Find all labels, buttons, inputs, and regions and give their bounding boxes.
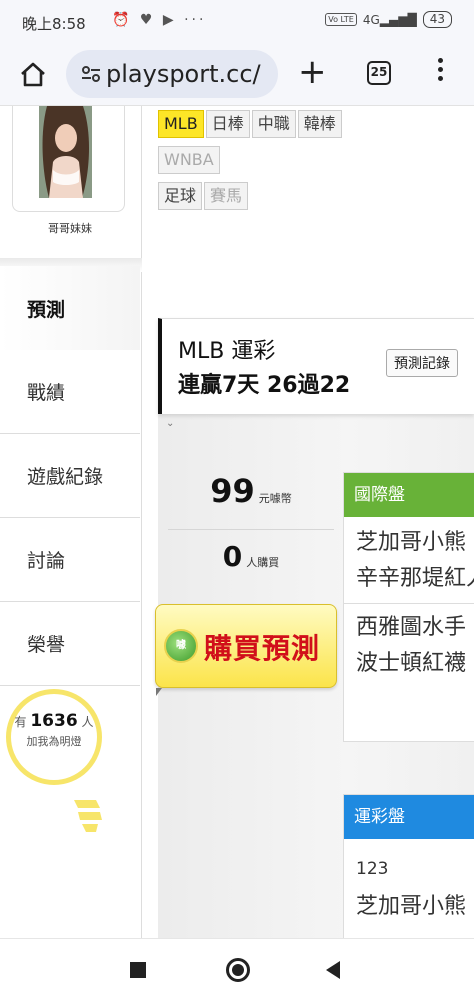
sidebar-item-honors[interactable]: 榮譽 [0, 602, 140, 686]
tag-soccer[interactable]: 足球 [158, 182, 203, 210]
game-1-home: 芝加哥小熊 [356, 530, 467, 555]
status-notification-icons: ⏰ ♥ ▶ ··· [112, 12, 207, 28]
buyers-row: 0 人購買 [168, 540, 334, 584]
profile-card[interactable] [12, 106, 125, 212]
status-bar: 晚上8:58 ⏰ ♥ ▶ ··· Vo LTE 4G▂▄▆█ 43 [0, 0, 474, 44]
international-market: 國際盤 芝加哥小熊 辛辛那堤紅人 西雅圖水手 波士頓紅襪 [343, 472, 474, 742]
tag-mlb[interactable]: MLB [158, 110, 204, 138]
back-icon[interactable] [326, 961, 340, 979]
record-title: MLB 運彩 [178, 339, 276, 364]
sidebar-item-predictions[interactable]: 預測 [0, 266, 140, 350]
coin-icon: 噱 [164, 629, 198, 663]
status-right-group: Vo LTE 4G▂▄▆█ 43 [325, 11, 452, 28]
follow-as-beacon-text[interactable]: 加我為明燈 [6, 733, 102, 749]
status-time: 晚上8:58 [22, 15, 86, 33]
tag-wnba[interactable]: WNBA [158, 146, 220, 174]
price-row: 99 元噱幣 [168, 472, 334, 530]
price-value: 99 [210, 472, 255, 510]
lightbulb-base-icon [74, 800, 102, 832]
home-icon[interactable] [18, 59, 48, 89]
buyers-unit: 人購買 [246, 556, 280, 569]
league-tags: MLB 日棒 中職 韓棒 WNBA 足球 賽馬 [158, 110, 458, 218]
avatar-portrait-icon [39, 106, 92, 198]
sports-lottery-market-header: 運彩盤 [344, 795, 474, 839]
tag-kbo[interactable]: 韓棒 [297, 110, 342, 138]
profile-name[interactable]: 哥哥妹妹 [0, 220, 140, 236]
sidebar-item-discussion[interactable]: 討論 [0, 518, 140, 602]
buyers-value: 0 [222, 540, 243, 573]
sidebar-item-game-log[interactable]: 遊戲紀錄 [0, 434, 140, 518]
site-settings-icon[interactable] [80, 63, 102, 85]
game-separator [344, 603, 474, 604]
tag-cpbl[interactable]: 中職 [251, 110, 296, 138]
lottery-game-team: 芝加哥小熊 [356, 894, 467, 919]
lottery-game-code: 123 [356, 859, 389, 879]
recents-icon[interactable] [130, 962, 146, 978]
more-menu-icon[interactable] [434, 58, 446, 88]
browser-toolbar: playsport.cc/ + 25 [0, 44, 474, 106]
international-market-header: 國際盤 [344, 473, 474, 517]
record-box: MLB 運彩 連贏7天 26過22 預測記錄 [158, 318, 474, 414]
volte-icon: Vo LTE [325, 13, 357, 26]
signal-icon: 4G▂▄▆█ [362, 12, 417, 27]
record-streak: 連贏7天 26過22 [178, 373, 351, 398]
home-circle-icon[interactable] [226, 958, 250, 982]
collapse-arrow-icon[interactable]: ⌄ [166, 418, 174, 429]
game-2-home: 西雅圖水手 [356, 615, 467, 640]
price-unit: 元噱幣 [258, 492, 292, 505]
game-2-away: 波士頓紅襪 [356, 651, 467, 676]
left-sidebar: 哥哥妹妹 預測 戰績 遊戲紀錄 討論 榮譽 有 1636 人 加我為明燈 [0, 106, 142, 938]
address-bar[interactable]: playsport.cc/ [66, 50, 278, 98]
avatar[interactable] [39, 106, 92, 198]
prediction-history-button[interactable]: 預測記錄 [386, 349, 458, 377]
tag-horse-racing[interactable]: 賽馬 [204, 182, 249, 210]
system-navigation-bar [0, 938, 474, 1000]
new-tab-plus-icon[interactable]: + [298, 50, 327, 94]
tab-switcher-button[interactable]: 25 [367, 61, 391, 85]
battery-icon: 43 [422, 11, 452, 28]
buy-prediction-button[interactable]: 噱 購買預測 [155, 604, 337, 688]
fans-count-text[interactable]: 有 1636 人 [6, 711, 102, 731]
game-1-away: 辛辛那堤紅人 [356, 566, 474, 591]
buy-prediction-label: 購買預測 [204, 632, 321, 665]
sidebar-item-record[interactable]: 戰績 [0, 350, 140, 434]
sports-lottery-market: 運彩盤 123 芝加哥小熊 [343, 794, 474, 944]
tag-npb[interactable]: 日棒 [205, 110, 250, 138]
button-tail-decoration [156, 688, 162, 696]
url-text[interactable]: playsport.cc/ [106, 60, 261, 88]
